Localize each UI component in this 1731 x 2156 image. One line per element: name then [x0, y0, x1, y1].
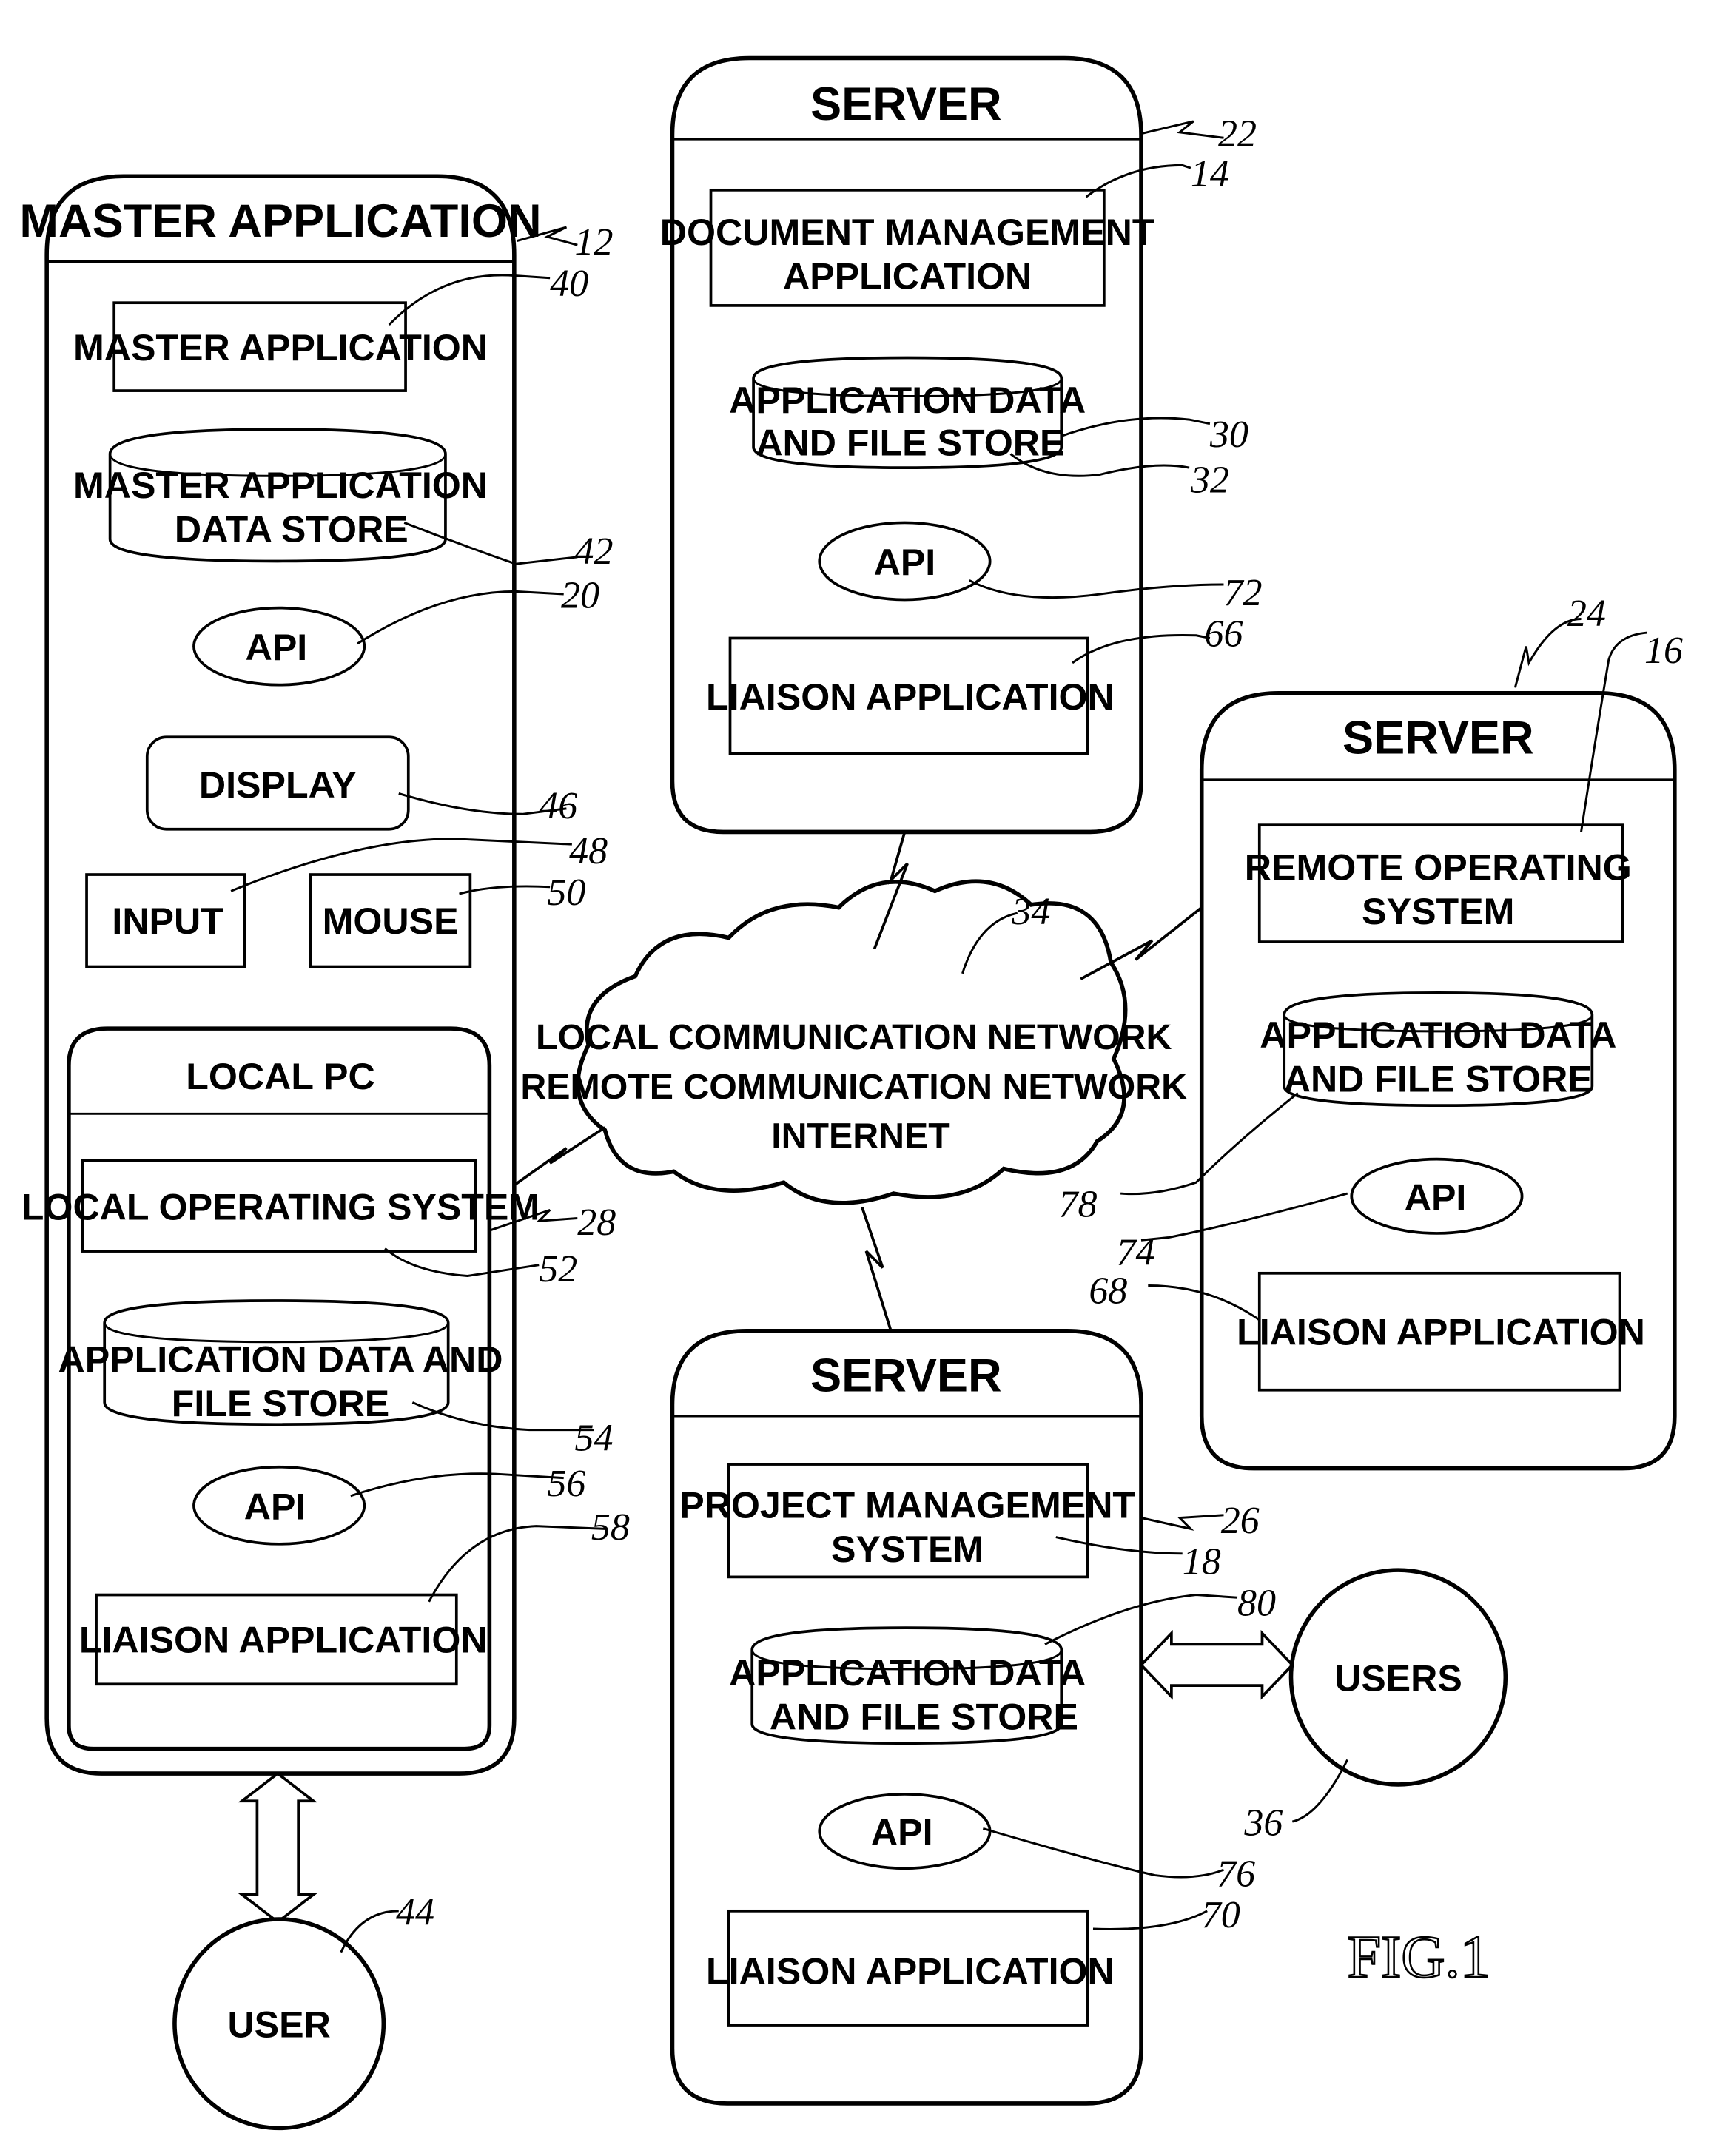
ref-58: 58: [591, 1506, 630, 1549]
display-label: DISPLAY: [199, 764, 357, 806]
ref-76: 76: [1217, 1853, 1255, 1895]
master-title: MASTER APPLICATION: [19, 195, 541, 247]
doc-store-line1: APPLICATION DATA: [729, 380, 1086, 421]
ref-40: 40: [550, 263, 588, 305]
ref-26: 26: [1221, 1500, 1260, 1542]
ref-54: 54: [575, 1417, 614, 1459]
leader-26: [1140, 1514, 1224, 1531]
ref-42: 42: [575, 530, 614, 573]
ref-68: 68: [1089, 1270, 1127, 1313]
ref-34: 34: [1011, 891, 1050, 933]
master-app-label: MASTER APPLICATION: [73, 327, 488, 368]
master-store-line2: DATA STORE: [175, 508, 409, 550]
remote-os-line1: REMOTE OPERATING: [1245, 846, 1632, 888]
local-store-line1: APPLICATION DATA AND: [58, 1339, 503, 1381]
ref-36: 36: [1243, 1802, 1283, 1845]
doc-mgmt-line1: DOCUMENT MANAGEMENT: [660, 212, 1155, 253]
server-document-block: SERVER 22 DOCUMENT MANAGEMENT APPLICATIO…: [660, 55, 1262, 835]
figure-label: FIG.1: [1348, 1923, 1490, 1990]
ref-72: 72: [1223, 572, 1262, 614]
master-store-line1: MASTER APPLICATION: [73, 465, 488, 506]
local-os-label: LOCAL OPERATING SYSTEM: [21, 1186, 540, 1227]
ref-20: 20: [561, 575, 599, 617]
server-project-title: SERVER: [810, 1350, 1002, 1402]
ref-78: 78: [1059, 1184, 1098, 1226]
project-api-label: API: [871, 1812, 933, 1853]
server-doc-title: SERVER: [810, 78, 1002, 130]
ref-30: 30: [1209, 414, 1248, 456]
master-application-block: MASTER APPLICATION 12 MASTER APPLICATION…: [19, 174, 630, 1776]
network-line1: LOCAL COMMUNICATION NETWORK: [536, 1017, 1172, 1057]
server-project-block: SERVER 26 PROJECT MANAGEMENT SYSTEM 18 A…: [670, 1329, 1276, 2106]
doc-mgmt-line2: APPLICATION: [783, 256, 1032, 297]
link-project-server-network: [861, 1207, 893, 1332]
ref-50: 50: [547, 872, 585, 914]
system-diagram: MASTER APPLICATION 12 MASTER APPLICATION…: [19, 55, 1683, 2131]
ref-74: 74: [1117, 1232, 1155, 1274]
ref-32: 32: [1190, 459, 1229, 502]
doc-store-line2: AND FILE STORE: [756, 422, 1064, 463]
local-pc-title: LOCAL PC: [186, 1056, 374, 1097]
doc-api-label: API: [874, 542, 936, 583]
remote-api-label: API: [1405, 1176, 1467, 1218]
doc-liaison-label: LIAISON APPLICATION: [706, 676, 1115, 718]
master-api-label: API: [246, 627, 308, 668]
ref-18: 18: [1183, 1541, 1221, 1583]
ref-46: 46: [539, 785, 577, 827]
network-line2: REMOTE COMMUNICATION NETWORK: [520, 1067, 1187, 1107]
ref-56: 56: [547, 1463, 585, 1505]
ref-12: 12: [575, 221, 614, 263]
ref-22: 22: [1218, 112, 1257, 155]
ref-24: 24: [1567, 593, 1606, 635]
mouse-label: MOUSE: [323, 900, 459, 942]
remote-liaison-label: LIAISON APPLICATION: [1237, 1311, 1645, 1352]
leader-22: [1140, 120, 1224, 139]
local-liaison-label: LIAISON APPLICATION: [79, 1620, 488, 1661]
users-double-arrow: [1139, 1629, 1294, 1700]
link-local-pc-network: [513, 1126, 606, 1187]
ref-28: 28: [577, 1202, 616, 1244]
input-label: INPUT: [112, 900, 223, 942]
local-api-label: API: [244, 1486, 306, 1527]
ref-70: 70: [1202, 1894, 1240, 1936]
project-store-line1: APPLICATION DATA: [729, 1652, 1086, 1694]
ref-66: 66: [1204, 613, 1243, 656]
project-mgmt-line1: PROJECT MANAGEMENT: [679, 1485, 1135, 1526]
ref-16: 16: [1644, 630, 1683, 672]
remote-os-line2: SYSTEM: [1362, 891, 1514, 932]
server-remote-title: SERVER: [1342, 713, 1534, 764]
remote-store-line1: APPLICATION DATA: [1260, 1014, 1616, 1056]
remote-store-line2: AND FILE STORE: [1284, 1059, 1593, 1100]
user-label: USER: [227, 2004, 330, 2046]
ref-14: 14: [1191, 152, 1229, 195]
project-store-line2: AND FILE STORE: [770, 1697, 1078, 1738]
local-store-line2: FILE STORE: [172, 1383, 389, 1424]
ref-44: 44: [396, 1891, 434, 1933]
ref-80: 80: [1237, 1582, 1276, 1624]
ref-52: 52: [539, 1248, 577, 1290]
project-mgmt-line2: SYSTEM: [831, 1529, 984, 1570]
users-label: USERS: [1334, 1658, 1462, 1699]
ref-48: 48: [569, 830, 608, 872]
project-liaison-label: LIAISON APPLICATION: [706, 1950, 1115, 1992]
network-line3: INTERNET: [771, 1116, 950, 1156]
user-double-arrow: [238, 1771, 318, 1924]
